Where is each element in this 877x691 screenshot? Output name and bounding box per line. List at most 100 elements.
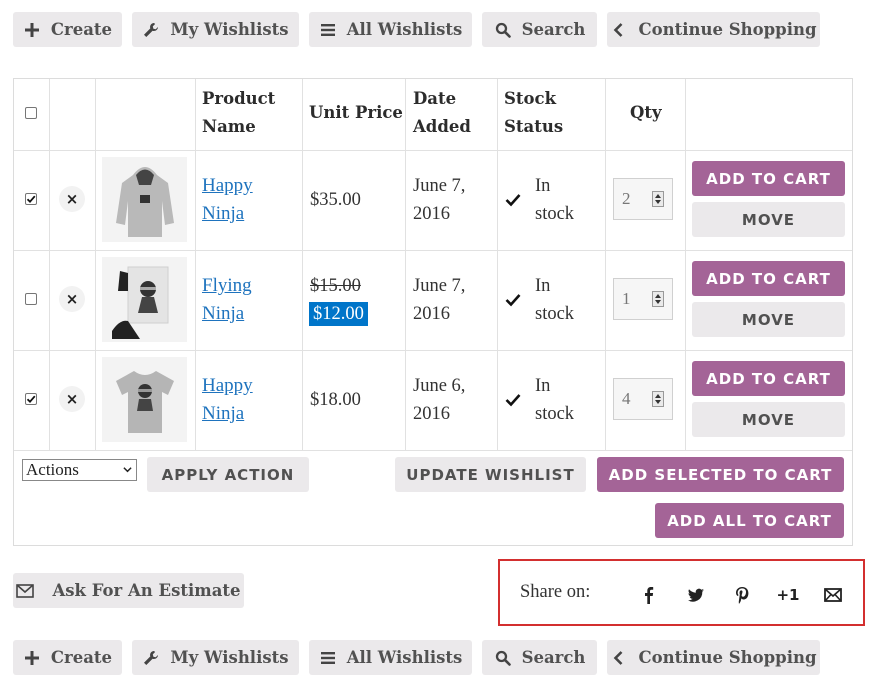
search-button[interactable]: Search (482, 12, 597, 47)
in-stock-check-icon (505, 294, 521, 307)
googleplus-icon[interactable]: +1 (775, 584, 801, 606)
spinner-arrows-icon[interactable] (652, 291, 664, 307)
plus-icon (23, 21, 41, 39)
chevron-left-icon (610, 21, 628, 39)
my-wishlists-button[interactable]: My Wishlists (132, 12, 299, 47)
update-wishlist-button[interactable]: UPDATE WISHLIST (395, 457, 586, 492)
quantity-stepper[interactable]: 1 (613, 278, 673, 320)
remove-item-button[interactable]: × (59, 286, 85, 312)
product-name-link[interactable]: Happy Ninja (202, 172, 253, 228)
row-checkbox[interactable] (25, 393, 37, 405)
actions-dropdown[interactable]: Actions (22, 459, 137, 481)
chevron-down-icon (123, 467, 132, 473)
date-added: June 7, 2016 (413, 276, 466, 324)
checkmark-icon (26, 395, 36, 404)
col-divider (302, 79, 303, 450)
list-icon (319, 21, 337, 39)
row-divider (14, 350, 852, 351)
product-name-link[interactable]: Flying Ninja (202, 272, 252, 328)
chevron-left-icon (610, 649, 628, 667)
header-stock-status: Stock Status (504, 89, 564, 136)
search-button[interactable]: Search (482, 640, 597, 675)
share-box: Share on: +1 (498, 559, 865, 626)
search-label: Search (521, 648, 586, 667)
spinner-arrows-icon[interactable] (652, 391, 664, 407)
pinterest-icon[interactable] (731, 584, 753, 606)
add-to-cart-button[interactable]: ADD TO CART (692, 261, 845, 296)
row-checkbox[interactable] (25, 193, 37, 205)
tshirt-icon (115, 370, 174, 433)
col-divider (49, 79, 50, 450)
footer-divider (14, 450, 852, 451)
apply-action-button[interactable]: APPLY ACTION (147, 457, 309, 492)
all-wishlists-button[interactable]: All Wishlists (309, 12, 472, 47)
search-icon (494, 649, 512, 667)
in-stock-check-icon (505, 194, 521, 207)
all-wishlists-label: All Wishlists (346, 20, 463, 39)
date-added: June 6, 2016 (413, 376, 466, 424)
continue-shopping-label: Continue Shopping (638, 648, 817, 667)
search-icon (494, 21, 512, 39)
product-thumbnail[interactable] (102, 357, 187, 442)
select-all-checkbox[interactable] (25, 107, 37, 119)
header-product-name: Product Name (202, 89, 276, 136)
product-thumbnail[interactable] (102, 257, 187, 342)
my-wishlists-label: My Wishlists (170, 20, 289, 39)
continue-shopping-button[interactable]: Continue Shopping (607, 12, 820, 47)
wrench-icon (142, 649, 160, 667)
all-wishlists-label: All Wishlists (346, 648, 463, 667)
stock-status: In stock (535, 376, 575, 424)
facebook-icon[interactable] (638, 584, 660, 606)
col-divider (497, 79, 498, 450)
create-button[interactable]: Create (13, 640, 122, 675)
quantity-stepper[interactable]: 4 (613, 378, 673, 420)
twitter-icon[interactable] (685, 584, 707, 606)
move-button[interactable]: MOVE (692, 402, 845, 437)
my-wishlists-button[interactable]: My Wishlists (132, 640, 299, 675)
quantity-stepper[interactable]: 2 (613, 178, 673, 220)
col-divider (195, 79, 196, 450)
add-to-cart-button[interactable]: ADD TO CART (692, 161, 845, 196)
regular-price: $15.00 (310, 276, 361, 296)
header-qty: Qty (630, 103, 662, 122)
search-label: Search (521, 20, 586, 39)
spinner-arrows-icon[interactable] (652, 191, 664, 207)
all-wishlists-button[interactable]: All Wishlists (309, 640, 472, 675)
create-label: Create (50, 648, 113, 667)
add-all-to-cart-button[interactable]: ADD ALL TO CART (655, 503, 844, 538)
col-divider (605, 79, 606, 450)
move-button[interactable]: MOVE (692, 202, 845, 237)
product-name-link[interactable]: Happy Ninja (202, 372, 253, 428)
header-divider (14, 150, 852, 151)
hoodie-icon (115, 166, 174, 237)
checkmark-icon (26, 195, 36, 204)
wrench-icon (142, 21, 160, 39)
ask-estimate-label: Ask For An Estimate (52, 581, 241, 600)
product-thumbnail[interactable] (102, 157, 187, 242)
sale-price: $12.00 (309, 302, 368, 326)
add-selected-to-cart-button[interactable]: ADD SELECTED TO CART (597, 457, 844, 492)
in-stock-check-icon (505, 394, 521, 407)
move-button[interactable]: MOVE (692, 302, 845, 337)
header-date-added: Date Added (413, 89, 471, 136)
envelope-icon (16, 583, 35, 598)
stock-status: In stock (535, 176, 575, 224)
create-label: Create (50, 20, 113, 39)
col-divider (405, 79, 406, 450)
row-checkbox[interactable] (25, 293, 37, 305)
unit-price: $35.00 (310, 190, 361, 210)
wishlist-table: Product Name Unit Price Date Added Stock St… (13, 78, 853, 546)
create-button[interactable]: Create (13, 12, 122, 47)
remove-item-button[interactable]: × (59, 186, 85, 212)
continue-shopping-button[interactable]: Continue Shopping (607, 640, 820, 675)
email-icon[interactable] (822, 584, 844, 606)
my-wishlists-label: My Wishlists (170, 648, 289, 667)
add-to-cart-button[interactable]: ADD TO CART (692, 361, 845, 396)
poster-icon (111, 266, 168, 339)
col-divider (685, 79, 686, 450)
remove-item-button[interactable]: × (59, 386, 85, 412)
row-divider (14, 250, 852, 251)
header-unit-price: Unit Price (309, 103, 403, 122)
ask-estimate-button[interactable]: Ask For An Estimate (13, 573, 244, 608)
col-divider (95, 79, 96, 450)
